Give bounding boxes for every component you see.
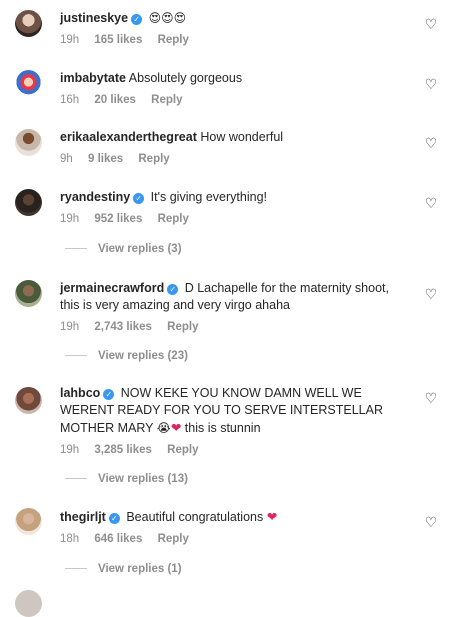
heart-outline-icon[interactable]: ♡: [424, 391, 438, 405]
comment-meta: 19h 2,743 likes Reply: [60, 319, 405, 336]
avatar[interactable]: [15, 10, 42, 37]
comment-text-tail: this is stunnin: [181, 421, 261, 435]
comment-username[interactable]: lahbco: [60, 386, 100, 400]
comment-text: Absolutely gorgeous: [128, 71, 243, 85]
comment-text: Beautiful congratulations: [126, 510, 264, 524]
comment-likes[interactable]: 646 likes: [94, 533, 142, 545]
heart-outline-icon[interactable]: ♡: [424, 515, 438, 529]
comment-time: 9h: [60, 153, 73, 165]
verified-badge-icon: ✓: [108, 513, 120, 524]
view-replies-button[interactable]: View replies (1): [65, 563, 182, 577]
comment-text: 😍😍😍: [148, 11, 187, 25]
reply-button[interactable]: Reply: [158, 34, 189, 46]
crying-emoji: 😭: [156, 421, 171, 435]
avatar[interactable]: [15, 129, 42, 156]
reply-button[interactable]: Reply: [151, 94, 182, 106]
comment-time: 19h: [60, 213, 80, 225]
heart-outline-icon[interactable]: ♡: [424, 77, 438, 91]
comment-meta: 18h 646 likes Reply: [60, 531, 410, 548]
replies-divider: [65, 355, 87, 357]
reply-button[interactable]: Reply: [167, 321, 198, 333]
comment-time: 18h: [60, 533, 80, 545]
avatar[interactable]: [15, 280, 42, 307]
comment-likes[interactable]: 952 likes: [94, 213, 142, 225]
comment-likes[interactable]: 2,743 likes: [94, 321, 152, 333]
view-replies-button[interactable]: View replies (23): [65, 350, 188, 364]
comment-username[interactable]: imbabytate: [60, 71, 126, 85]
comment-meta: 9h 9 likes Reply: [60, 151, 410, 168]
verified-badge-icon: ✓: [131, 14, 143, 25]
verified-badge-icon: ✓: [167, 284, 179, 295]
view-replies-label[interactable]: View replies (1): [98, 563, 182, 575]
verified-badge-icon: ✓: [103, 389, 115, 400]
comment-meta: 19h 165 likes Reply: [60, 32, 410, 49]
heart-outline-icon[interactable]: ♡: [424, 136, 438, 150]
verified-badge-icon: ✓: [133, 193, 145, 204]
heart-outline-icon[interactable]: ♡: [424, 196, 438, 210]
replies-divider: [65, 478, 87, 480]
red-heart-emoji: ❤: [266, 509, 278, 524]
comment-likes[interactable]: 165 likes: [94, 34, 142, 46]
view-replies-label[interactable]: View replies (23): [98, 350, 188, 362]
reply-button[interactable]: Reply: [138, 153, 169, 165]
comment-time: 16h: [60, 94, 80, 106]
comment-time: 19h: [60, 444, 80, 456]
heart-outline-icon[interactable]: ♡: [424, 287, 438, 301]
comment-username[interactable]: erikaalexanderthegreat: [60, 130, 197, 144]
avatar[interactable]: [15, 590, 42, 617]
comment-meta: 19h 3,285 likes Reply: [60, 442, 405, 459]
comment-likes[interactable]: 9 likes: [88, 153, 123, 165]
avatar[interactable]: [15, 70, 42, 97]
comment-time: 19h: [60, 34, 80, 46]
comment-meta: 16h 20 likes Reply: [60, 92, 410, 109]
comment-text: How wonderful: [200, 130, 284, 144]
reply-button[interactable]: Reply: [158, 213, 189, 225]
avatar[interactable]: [15, 189, 42, 216]
comment-text: It's giving everything!: [150, 190, 267, 204]
view-replies-label[interactable]: View replies (13): [98, 473, 188, 485]
replies-divider: [65, 248, 87, 250]
heart-outline-icon[interactable]: ♡: [424, 17, 438, 31]
view-replies-button[interactable]: View replies (3): [65, 243, 182, 257]
reply-button[interactable]: Reply: [158, 533, 189, 545]
comment-likes[interactable]: 20 likes: [94, 94, 136, 106]
comment-meta: 19h 952 likes Reply: [60, 211, 410, 228]
avatar[interactable]: [15, 508, 42, 535]
reply-button[interactable]: Reply: [167, 444, 198, 456]
comment-username[interactable]: justineskye: [60, 11, 128, 25]
comment-username[interactable]: thegirljt: [60, 510, 106, 524]
comment-username[interactable]: jermainecrawford: [60, 281, 164, 295]
comment-username[interactable]: ryandestiny: [60, 190, 130, 204]
avatar[interactable]: [15, 387, 42, 414]
replies-divider: [65, 568, 87, 570]
comment-likes[interactable]: 3,285 likes: [94, 444, 152, 456]
view-replies-label[interactable]: View replies (3): [98, 243, 182, 255]
view-replies-button[interactable]: View replies (13): [65, 473, 188, 487]
red-heart-emoji: ❤: [170, 420, 182, 435]
comment-time: 19h: [60, 321, 80, 333]
